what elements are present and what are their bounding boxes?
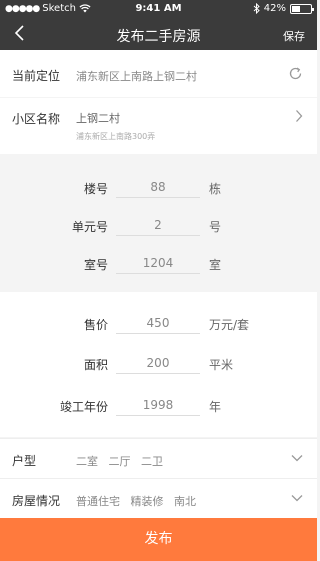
chevron-right-icon xyxy=(296,110,303,122)
unit-number-label: 单元号 xyxy=(71,220,108,234)
location-label: 当前定位 xyxy=(12,69,61,83)
layout-row[interactable]: 户型 二室 二厅 二卫 xyxy=(0,438,317,478)
layout-rooms: 二室 xyxy=(76,455,98,468)
layout-halls: 二厅 xyxy=(108,455,131,468)
room-number-input[interactable]: 1204 xyxy=(116,256,200,274)
area-unit: 平米 xyxy=(209,358,234,372)
battery-percent: 42% xyxy=(263,3,286,14)
price-unit: 万元/套 xyxy=(209,318,250,332)
building-section: 楼号 88 栋 单元号 2 号 室号 1204 室 xyxy=(0,154,317,292)
location-row: 当前定位 浦东新区上南路上钢二村 xyxy=(0,50,317,97)
refresh-icon[interactable] xyxy=(288,66,303,81)
community-address: 浦东新区上南路300弄 xyxy=(76,132,156,141)
layout-label: 户型 xyxy=(12,454,37,468)
area-input[interactable]: 200 xyxy=(116,356,200,374)
status-bar: ●●●●● Sketch 9:41 AM 42% xyxy=(0,0,317,18)
publish-button[interactable]: 发布 xyxy=(0,518,317,561)
chevron-down-icon xyxy=(291,455,303,462)
layout-values: 二室 二厅 二卫 xyxy=(76,453,163,469)
build-year-input[interactable]: 1998 xyxy=(116,398,200,416)
building-number-label: 楼号 xyxy=(83,182,108,196)
price-label: 售价 xyxy=(83,318,108,332)
condition-row[interactable]: 房屋情况 普通住宅 精装修 南北 xyxy=(0,478,317,518)
condition-decoration: 精装修 xyxy=(130,495,164,508)
price-input[interactable]: 450 xyxy=(116,316,200,334)
battery-icon xyxy=(290,3,314,14)
bluetooth-icon xyxy=(253,3,260,14)
condition-values: 普通住宅 精装修 南北 xyxy=(76,493,196,509)
chevron-down-icon xyxy=(291,495,303,502)
app-header: ●●●●● Sketch 9:41 AM 42% 发布二手房源 保存 xyxy=(0,0,317,50)
condition-orientation: 南北 xyxy=(174,495,196,508)
condition-type: 普通住宅 xyxy=(76,495,120,508)
unit-number-unit: 号 xyxy=(209,220,222,234)
condition-label: 房屋情况 xyxy=(12,494,61,508)
unit-number-input[interactable]: 2 xyxy=(116,218,200,236)
battery-fill xyxy=(292,5,300,12)
room-number-label: 室号 xyxy=(83,258,108,272)
community-name: 上钢二村 xyxy=(76,112,120,125)
community-row[interactable]: 小区名称 上钢二村 浦东新区上南路300弄 xyxy=(0,98,317,154)
build-year-label: 竣工年份 xyxy=(59,400,108,414)
layout-baths: 二卫 xyxy=(141,455,163,468)
page-title: 发布二手房源 xyxy=(116,29,201,45)
location-value: 浦东新区上南路上钢二村 xyxy=(76,70,197,83)
pricing-section: 售价 450 万元/套 面积 200 平米 竣工年份 1998 年 xyxy=(0,292,317,437)
building-number-input[interactable]: 88 xyxy=(116,180,200,198)
status-right: 42% xyxy=(253,3,314,14)
nav-bar: 发布二手房源 保存 xyxy=(0,18,317,50)
save-button[interactable]: 保存 xyxy=(283,28,305,44)
area-label: 面积 xyxy=(83,358,108,372)
build-year-unit: 年 xyxy=(209,400,222,414)
community-label: 小区名称 xyxy=(12,112,61,126)
building-number-unit: 栋 xyxy=(209,182,222,196)
room-number-unit: 室 xyxy=(209,258,222,272)
